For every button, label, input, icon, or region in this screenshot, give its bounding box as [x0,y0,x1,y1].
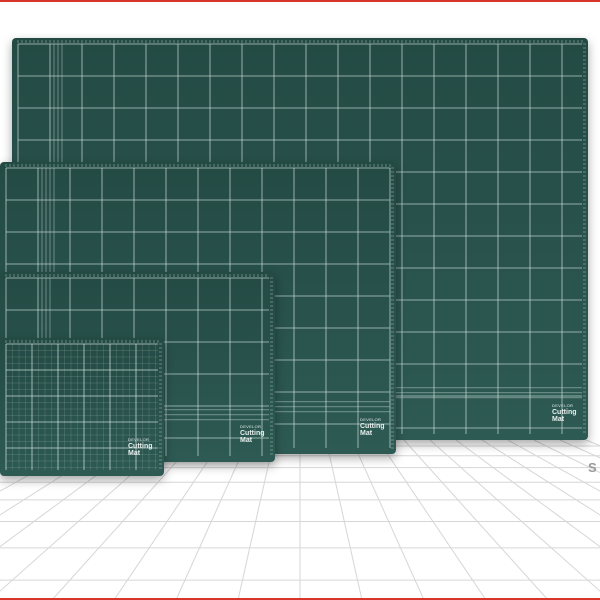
mat-label: DEVELOR Cutting Mat [360,417,385,438]
floor-line [507,439,600,492]
mat-label: DEVELOR Cutting Mat [128,437,153,458]
floor-line [175,439,249,600]
floor-line [325,439,363,600]
floor-line [429,439,600,592]
floor-line [403,439,549,600]
floor-line [351,439,425,600]
mat-title-line2: Mat [360,430,373,437]
mat-brand: DEVELOR [552,403,574,408]
floor-line [237,439,275,600]
floor-line [455,439,600,548]
mat-title: Cutting [128,443,153,450]
floor-line [377,439,487,600]
mat-title-line2: Mat [552,416,565,423]
cutting-mat-small: DEVELOR Cutting Mat [0,338,164,476]
mat-title-line2: Mat [128,450,141,457]
product-scene: DEVELOR Cutting Mat DEVELOR Cutting Mat … [0,0,600,600]
mat-brand: DEVELOR [128,437,150,442]
mat-title-line2: Mat [240,437,253,444]
mat-title: Cutting [240,430,265,437]
mat-title: Cutting [552,409,577,416]
mat-brand: DEVELOR [240,424,262,429]
mat-label: DEVELOR Cutting Mat [240,424,265,445]
cropped-side-text: S [588,460,597,475]
mat-label: DEVELOR Cutting Mat [552,403,577,424]
mat-brand: DEVELOR [360,417,382,422]
mat-title: Cutting [360,423,385,430]
